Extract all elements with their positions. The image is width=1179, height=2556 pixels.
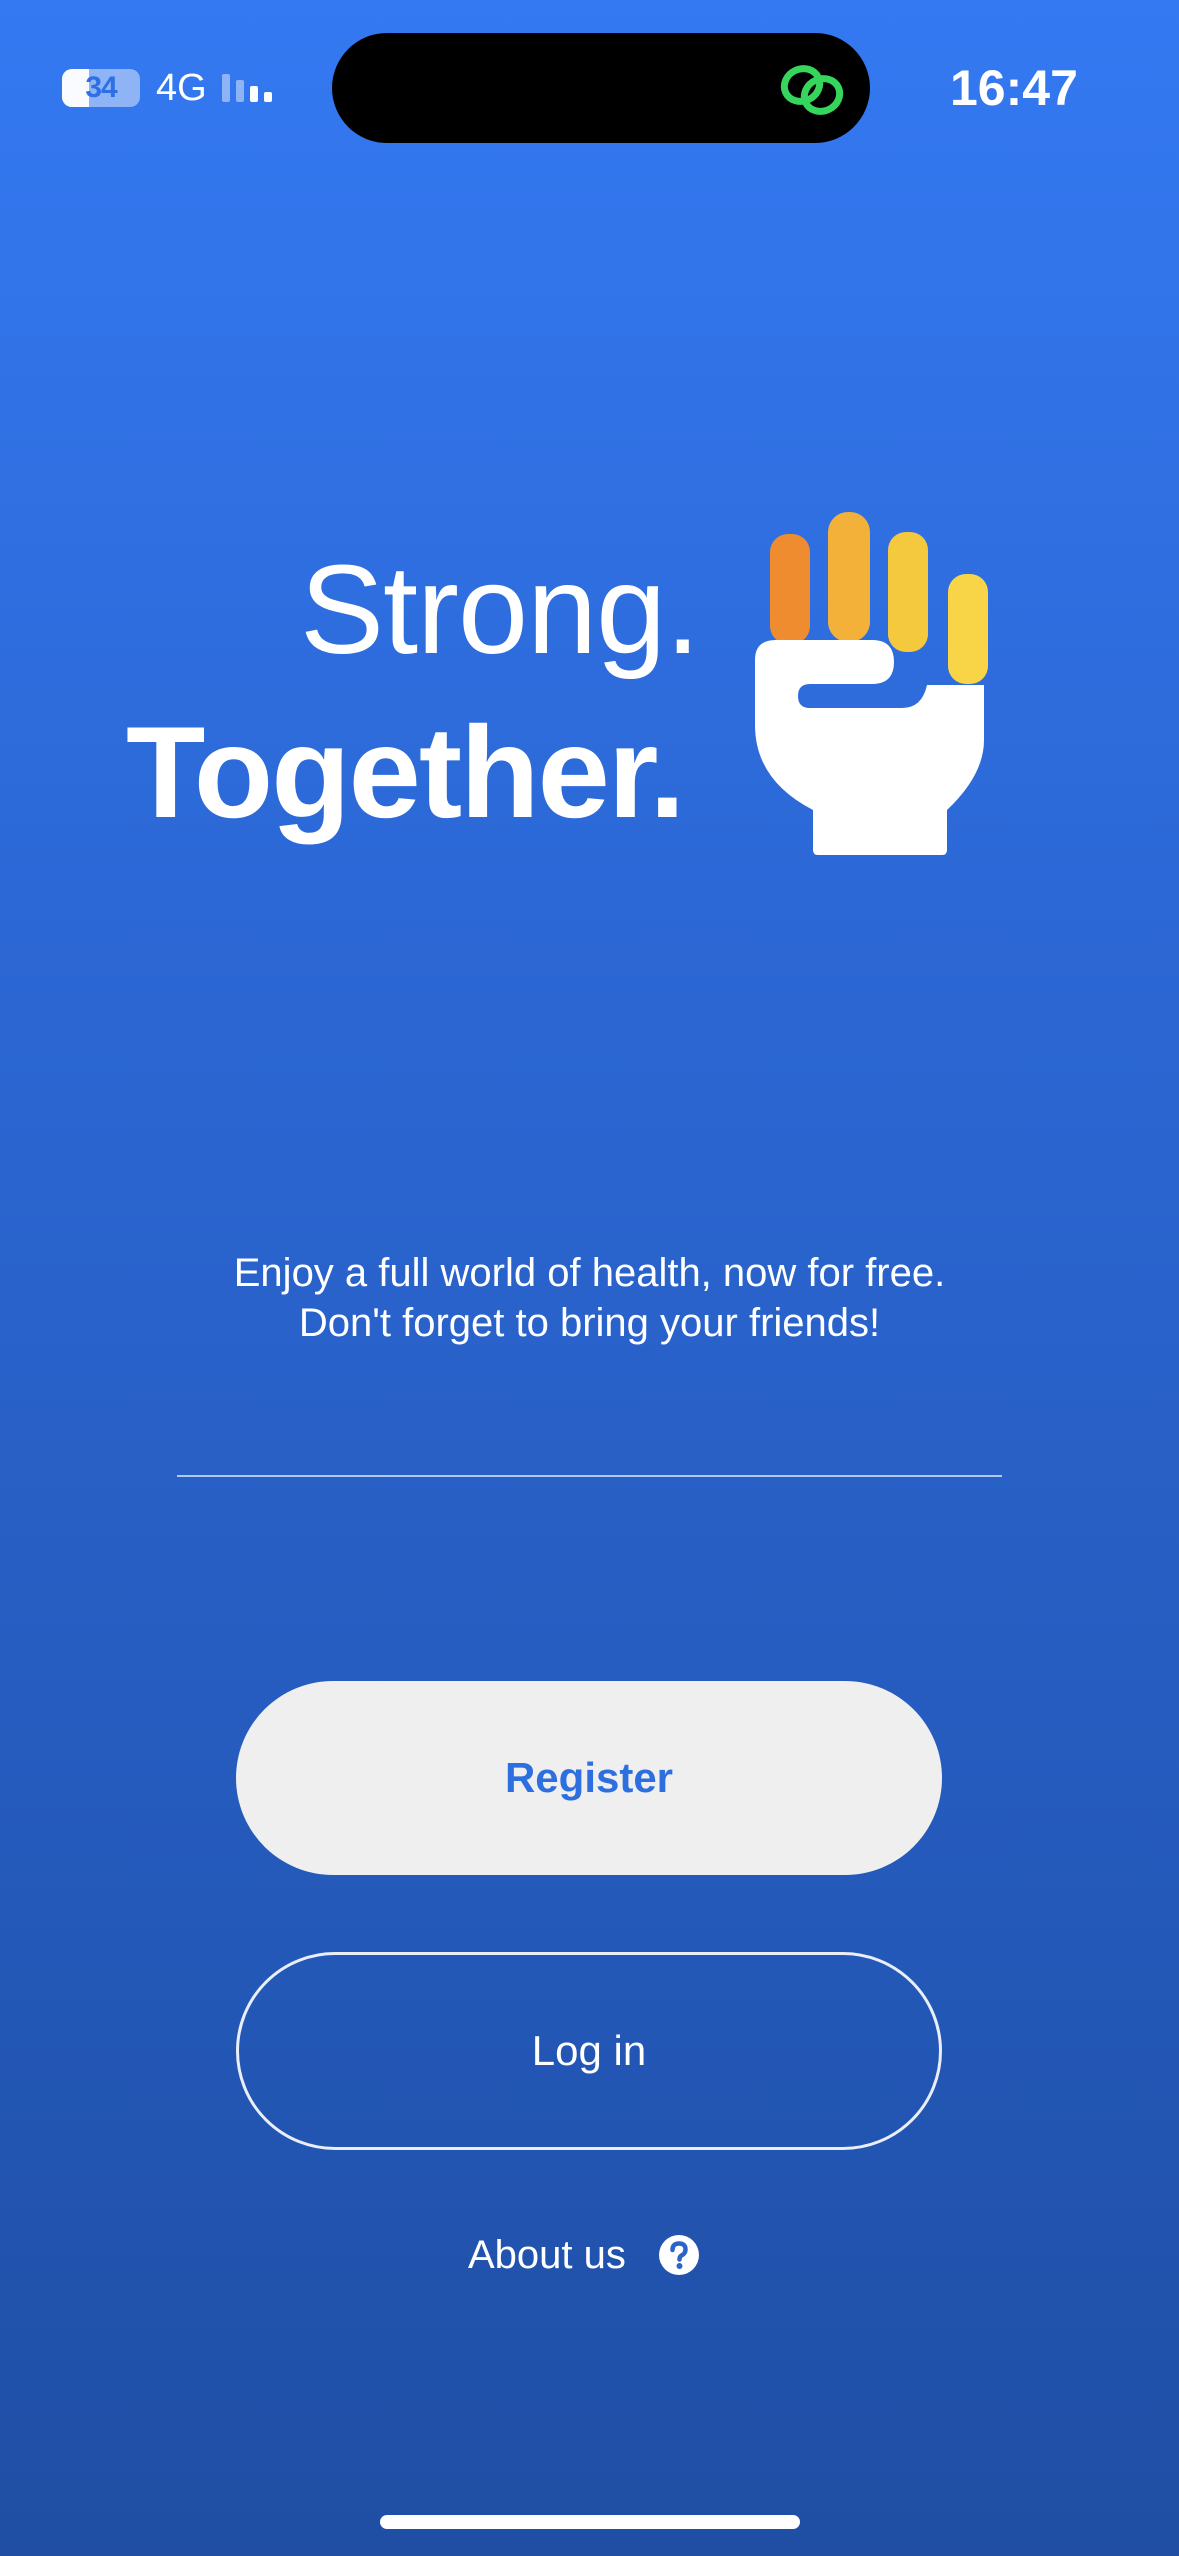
help-circle-icon — [658, 2235, 699, 2275]
hero-title-line2: Together. — [126, 699, 685, 845]
tagline-line2: Don't forget to bring your friends! — [298, 1301, 881, 1345]
register-button[interactable]: Register — [236, 1681, 942, 1875]
link-icon — [780, 65, 844, 115]
home-indicator[interactable] — [380, 2515, 800, 2529]
fist-logo — [755, 512, 988, 855]
hero-title-line1: Strong. — [300, 539, 700, 680]
battery-icon: 34 — [62, 68, 142, 108]
battery-level: 34 — [85, 71, 117, 104]
cellular-signal-icon — [222, 74, 272, 102]
divider — [177, 1475, 1002, 1477]
status-time: 16:47 — [950, 60, 1078, 116]
about-us-link[interactable]: About us — [468, 2226, 700, 2284]
about-us-label: About us — [468, 2232, 626, 2277]
login-button[interactable]: Log in — [236, 1952, 942, 2150]
network-type: 4G — [156, 67, 207, 109]
tagline-line1: Enjoy a full world of health, now for fr… — [233, 1251, 946, 1295]
welcome-screen: 34 4G 16:47 Strong. Together. Enjoy a fu… — [0, 0, 1179, 2556]
dynamic-island[interactable] — [332, 33, 870, 143]
